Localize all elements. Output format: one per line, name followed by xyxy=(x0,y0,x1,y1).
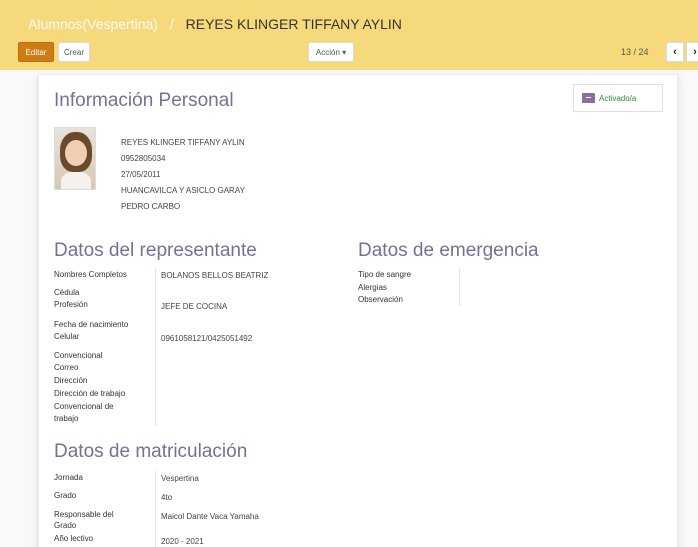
field-divider xyxy=(155,471,156,547)
value-rep-names: BOLANOS BELLOS BEATRIZ xyxy=(161,271,269,280)
pager-value[interactable]: 13 / 24 xyxy=(621,47,649,57)
section-title-representative: Datos del representante xyxy=(54,240,257,261)
label-rep-profession: Profesión xyxy=(54,300,88,309)
label-rep-birth-date: Fecha de nacimiento xyxy=(54,320,129,329)
section-title-enrollment: Datos de matriculación xyxy=(54,441,248,462)
student-name: REYES KLINGER TIFFANY AYLIN xyxy=(121,138,245,147)
control-panel: Alumnos(Vespertina) / REYES KLINGER TIFF… xyxy=(0,0,698,70)
student-photo[interactable] xyxy=(54,127,96,190)
label-grade-manager: Responsable del Grado xyxy=(54,510,114,530)
label-shift: Jornada xyxy=(54,473,83,482)
student-city: PEDRO CARBO xyxy=(121,202,181,211)
active-status-label: Activado/a xyxy=(599,94,637,103)
section-title-personal: Información Personal xyxy=(54,90,234,111)
active-toggle-button[interactable]: Activado/a xyxy=(573,84,663,112)
chevron-left-icon[interactable]: ‹ xyxy=(666,42,684,62)
breadcrumb: Alumnos(Vespertina) / REYES KLINGER TIFF… xyxy=(28,16,402,32)
breadcrumb-parent-link[interactable]: Alumnos(Vespertina) xyxy=(28,16,158,32)
section-title-emergency: Datos de emergencia xyxy=(358,240,539,261)
label-allergies: Alergias xyxy=(358,283,387,292)
label-school-year: Año lectivo xyxy=(54,534,94,543)
value-rep-cell: 0961058121/0425051492 xyxy=(161,334,253,343)
value-grade-manager: Maicol Dante Vaca Yamaha xyxy=(161,512,259,521)
label-rep-names: Nombres Completos xyxy=(54,270,127,279)
value-rep-profession: JEFE DE COCINA xyxy=(161,302,228,311)
field-divider xyxy=(155,268,156,426)
student-address: HUANCAVILCA Y ASICLO GARAY xyxy=(121,186,245,195)
archive-icon xyxy=(582,93,595,103)
student-id-number: 0952805034 xyxy=(121,154,166,163)
field-divider xyxy=(459,268,460,306)
label-observation: Observación xyxy=(358,295,403,304)
student-birth-date: 27/05/2011 xyxy=(121,170,161,179)
edit-button[interactable]: Editar xyxy=(18,42,54,62)
label-grade: Grado xyxy=(54,491,77,500)
value-school-year: 2020 - 2021 xyxy=(161,537,204,546)
breadcrumb-separator: / xyxy=(169,16,174,32)
create-button[interactable]: Crear xyxy=(58,42,90,62)
form-sheet: Activado/a Información Personal REYES KL… xyxy=(38,74,678,547)
value-shift: Vespertina xyxy=(161,474,199,483)
label-rep-email: Correo xyxy=(54,363,79,372)
label-blood-type: Tipo de sangre xyxy=(358,270,412,279)
label-rep-cedula: Cédula xyxy=(54,288,80,297)
label-rep-address: Dirección xyxy=(54,376,88,385)
label-rep-landline: Convencional xyxy=(54,351,103,360)
action-dropdown-button[interactable]: Acción ▾ xyxy=(308,42,354,62)
label-rep-cell: Celular xyxy=(54,332,80,341)
chevron-right-icon[interactable]: › xyxy=(686,42,698,62)
value-grade: 4to xyxy=(161,493,173,502)
breadcrumb-current: REYES KLINGER TIFFANY AYLIN xyxy=(185,16,402,32)
label-rep-work-landline: Convencional de trabajo xyxy=(54,402,114,423)
label-rep-work-address: Dirección de trabajo xyxy=(54,389,126,398)
